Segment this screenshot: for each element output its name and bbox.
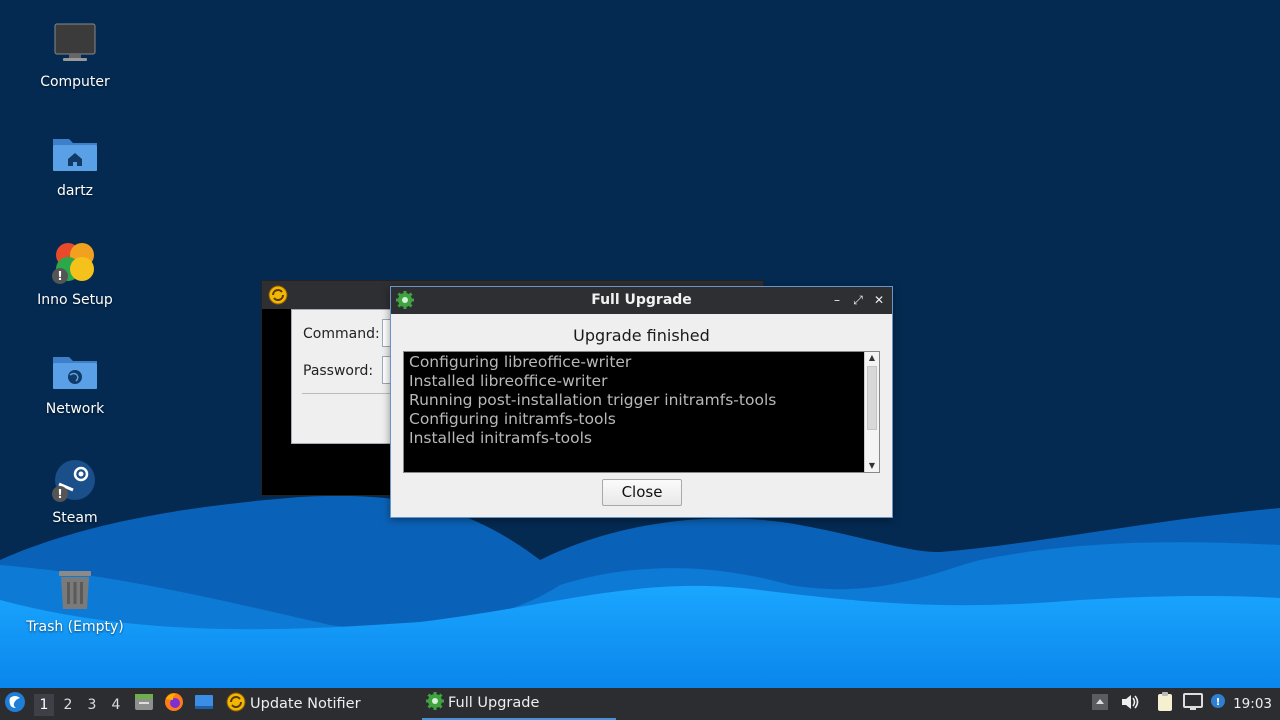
log-line: Running post-installation trigger initra… — [409, 391, 777, 409]
desktop-icon-home[interactable]: dartz — [20, 113, 130, 213]
desktop-icon-label: Trash (Empty) — [26, 619, 124, 635]
info-icon: ! — [1209, 693, 1227, 715]
desktop-icon — [193, 691, 215, 717]
log-line: Configuring initramfs-tools — [409, 410, 616, 428]
workspace-3[interactable]: 3 — [82, 694, 102, 716]
log-line: Configuring libreoffice-writer — [409, 353, 632, 371]
update-notifier-icon — [226, 692, 246, 716]
log-scrollbar[interactable]: ▲ ▼ — [864, 352, 879, 472]
dialog-title: Full Upgrade — [591, 292, 692, 308]
firefox-icon — [163, 691, 185, 717]
desktop-icon-computer[interactable]: Computer — [20, 4, 130, 104]
command-label: Command: — [303, 326, 380, 342]
workspace-1[interactable]: 1 — [34, 694, 54, 716]
svg-text:!: ! — [57, 487, 62, 501]
update-alert-button[interactable]: ! — [1209, 688, 1227, 720]
close-window-button[interactable]: ✕ — [872, 293, 886, 307]
trash-icon — [51, 565, 99, 613]
arrow-up-icon — [1091, 693, 1109, 715]
workspace-4[interactable]: 4 — [106, 694, 126, 716]
log-lines: Configuring libreoffice-writer Installed… — [409, 353, 861, 448]
desktop-icon-label: dartz — [56, 183, 94, 199]
log-line: Installed initramfs-tools — [409, 429, 592, 447]
tray-show-hidden-button[interactable] — [1091, 688, 1109, 720]
volume-icon — [1119, 692, 1139, 716]
inno-setup-icon: ! — [51, 238, 99, 286]
desktop-icon-steam[interactable]: ! Steam — [20, 440, 130, 540]
desktop-icon-label: Inno Setup — [37, 292, 113, 308]
computer-icon — [51, 20, 99, 68]
clock[interactable]: 19:03 — [1233, 696, 1272, 712]
desktop-icon-label: Steam — [52, 510, 98, 526]
show-desktop-button[interactable] — [193, 688, 215, 720]
start-menu-button[interactable] — [4, 688, 26, 720]
clipboard-icon — [1155, 691, 1175, 717]
lubuntu-logo-icon — [4, 691, 26, 717]
minimize-button[interactable]: – — [830, 293, 844, 307]
scroll-down-icon[interactable]: ▼ — [865, 460, 879, 472]
password-label: Password: — [303, 363, 374, 379]
svg-text:!: ! — [57, 269, 62, 283]
desktop-icon-inno-setup[interactable]: ! Inno Setup — [20, 222, 130, 322]
upgrade-log[interactable]: Configuring libreoffice-writer Installed… — [403, 351, 880, 473]
network-button[interactable] — [1182, 688, 1204, 720]
clipboard-button[interactable] — [1155, 688, 1175, 720]
gear-icon — [426, 692, 444, 714]
task-update-notifier[interactable]: Update Notifier — [226, 688, 416, 720]
workspace-2[interactable]: 2 — [58, 694, 78, 716]
steam-icon: ! — [51, 456, 99, 504]
log-line: Installed libreoffice-writer — [409, 372, 608, 390]
home-folder-icon — [51, 129, 99, 177]
desktop-icon-trash[interactable]: Trash (Empty) — [20, 549, 130, 649]
desktop-icon-network[interactable]: Network — [20, 331, 130, 431]
network-icon — [1182, 692, 1204, 716]
task-label: Full Upgrade — [448, 695, 540, 711]
firefox-launcher[interactable] — [163, 688, 185, 720]
desktop-icon-label: Network — [45, 401, 105, 417]
svg-text:!: ! — [1216, 697, 1221, 708]
status-message: Upgrade finished — [573, 326, 710, 345]
scrollbar-thumb[interactable] — [867, 366, 877, 430]
file-manager-launcher[interactable] — [133, 688, 155, 720]
maximize-button[interactable]: ⤢ — [851, 293, 865, 307]
network-folder-icon — [51, 347, 99, 395]
taskbar: 1 2 3 4 Update Notifier Full Upgrade ! 1… — [0, 688, 1280, 720]
desktop-icon-label: Computer — [40, 74, 110, 90]
file-manager-icon — [133, 691, 155, 717]
update-notifier-icon — [268, 285, 288, 309]
task-full-upgrade[interactable]: Full Upgrade — [422, 688, 616, 720]
dialog-titlebar[interactable]: Full Upgrade – ⤢ ✕ — [391, 287, 892, 314]
close-button[interactable]: Close — [602, 479, 682, 506]
volume-button[interactable] — [1119, 688, 1139, 720]
full-upgrade-dialog[interactable]: Full Upgrade – ⤢ ✕ Upgrade finished Conf… — [390, 286, 893, 518]
task-label: Update Notifier — [250, 696, 361, 712]
scroll-up-icon[interactable]: ▲ — [865, 352, 879, 364]
